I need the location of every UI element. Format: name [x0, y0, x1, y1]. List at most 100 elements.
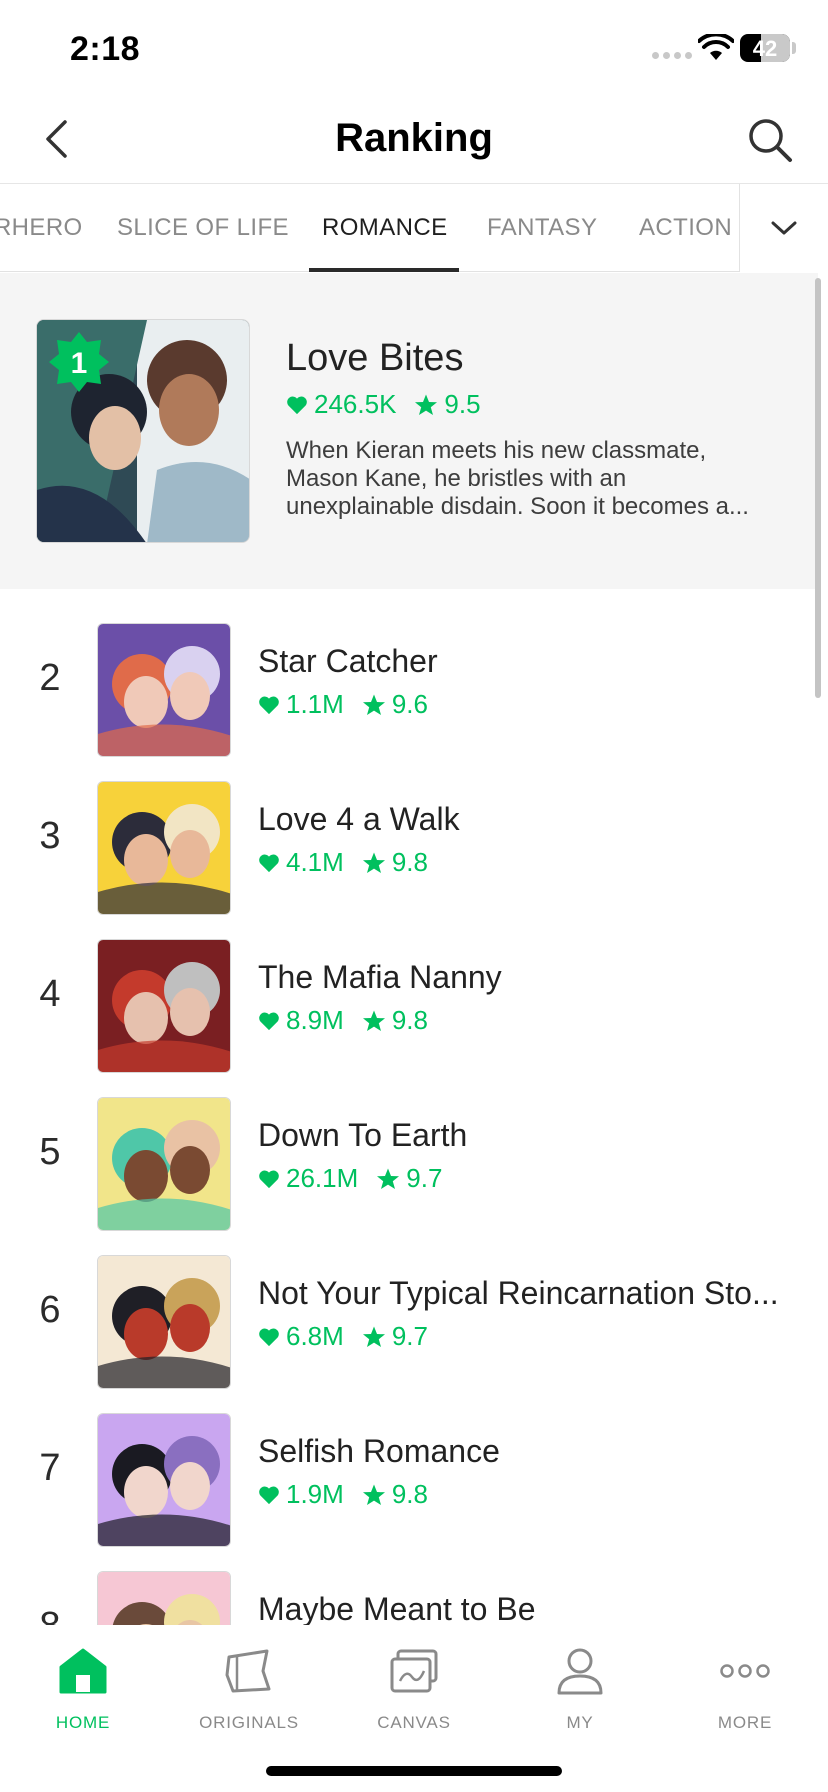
page-title: Ranking — [335, 116, 493, 160]
home-indicator[interactable] — [266, 1766, 562, 1776]
featured-description: When Kieran meets his new classmate, Mas… — [286, 437, 796, 521]
row-title: The Mafia Nanny — [258, 959, 502, 995]
star-icon — [362, 1484, 385, 1505]
likes-count: 26.1M — [286, 1163, 359, 1193]
search-icon — [749, 119, 792, 162]
rank-number: 5 — [39, 1131, 61, 1173]
ranking-row[interactable]: 4 The Mafia Nanny 8.9M 9.8 — [0, 929, 818, 1087]
nav-home[interactable]: HOME — [0, 1643, 166, 1753]
cover-thumbnail: 1 — [36, 319, 250, 543]
star-icon — [362, 852, 385, 873]
row-stats: 8.9M 9.8 — [258, 1005, 428, 1036]
nav-more[interactable]: MORE — [662, 1643, 828, 1753]
rating-value: 9.6 — [391, 689, 428, 719]
tab-romance[interactable]: ROMANCE — [322, 184, 447, 272]
nav-label: CANVAS — [377, 1713, 451, 1732]
scrollbar[interactable] — [815, 278, 821, 698]
row-title: Star Catcher — [258, 643, 438, 679]
tab-fantasy[interactable]: FANTASY — [487, 184, 597, 272]
row-stats: 1.9M 9.8 — [258, 1479, 428, 1510]
nav-canvas[interactable]: CANVAS — [331, 1643, 497, 1753]
heart-icon — [259, 1170, 279, 1188]
featured-stats: 246.5K 9.5 — [286, 389, 481, 420]
star-icon — [377, 1168, 400, 1189]
star-icon — [362, 1326, 385, 1347]
header-bar: Ranking — [0, 96, 828, 184]
row-title: Love 4 a Walk — [258, 801, 460, 837]
star-icon — [362, 1010, 385, 1031]
nav-label: MORE — [717, 1713, 773, 1732]
row-title: Selfish Romance — [258, 1433, 500, 1469]
nav-my[interactable]: MY — [497, 1643, 663, 1753]
featured-title: Love Bites — [286, 337, 464, 379]
ranking-row[interactable]: 5 Down To Earth 26.1M 9.7 — [0, 1087, 818, 1245]
nav-label: HOME — [55, 1713, 111, 1732]
rank-number: 7 — [39, 1447, 61, 1489]
tab-superhero[interactable]: SUPERHERO — [0, 184, 83, 272]
row-stats: 1.1M 9.6 — [258, 689, 428, 720]
description-line: When Kieran meets his new classmate, — [286, 437, 707, 464]
more-icon — [720, 1664, 770, 1678]
status-time: 2:18 — [70, 30, 141, 68]
chevron-down-icon — [771, 221, 797, 235]
description-line: unexplainable disdain. Soon it becomes a… — [286, 493, 749, 520]
likes-count: 246.5K — [314, 389, 397, 419]
cover-thumbnail — [97, 623, 231, 757]
rating-value: 9.8 — [391, 1479, 428, 1509]
ranking-row[interactable]: 3 Love 4 a Walk 4.1M 9.8 — [0, 771, 818, 929]
rank-number: 4 — [39, 973, 61, 1015]
originals-icon — [225, 1649, 271, 1693]
likes-count: 6.8M — [286, 1321, 344, 1351]
genre-tab-strip[interactable]: SUPERHERO SLICE OF LIFE ROMANCE FANTASY … — [0, 184, 740, 272]
heart-icon — [259, 1486, 279, 1504]
star-icon — [362, 694, 385, 715]
tab-action[interactable]: ACTION — [639, 184, 732, 272]
rating-value: 9.8 — [391, 847, 428, 877]
star-icon — [415, 394, 438, 415]
rank-badge: 1 — [49, 332, 109, 392]
row-stats: 4.1M 9.8 — [258, 847, 428, 878]
bottom-navigation: HOME ORIGINALS CANVAS MY MORE — [0, 1625, 828, 1792]
cellular-signal-icon — [652, 52, 692, 59]
battery-tip — [792, 42, 796, 54]
rank-number: 8 — [30, 1605, 70, 1625]
row-title: Not Your Typical Reincarnation Sto... — [258, 1275, 779, 1311]
search-button[interactable] — [744, 114, 796, 166]
expand-genres-button[interactable] — [739, 184, 828, 272]
description-line: Mason Kane, he bristles with an — [286, 465, 627, 492]
heart-icon — [259, 696, 279, 714]
nav-label: ORIGINALS — [199, 1713, 299, 1732]
cover-thumbnail — [97, 1571, 231, 1625]
heart-icon — [259, 1012, 279, 1030]
row-stats: 26.1M 9.7 — [258, 1163, 442, 1194]
ranking-row[interactable]: 7 Selfish Romance 1.9M 9.8 — [0, 1403, 818, 1561]
ranking-row[interactable]: 8 Maybe Meant to Be — [0, 1561, 818, 1625]
battery-percent: 42 — [752, 36, 778, 61]
likes-count: 4.1M — [286, 847, 344, 877]
cover-thumbnail — [97, 1255, 231, 1389]
heart-icon — [259, 1328, 279, 1346]
featured-ranking-item[interactable]: 1 Love Bites 246.5K 9.5 When Kieran meet… — [0, 273, 818, 589]
rating-value: 9.7 — [391, 1321, 428, 1351]
heart-icon — [259, 854, 279, 872]
cover-thumbnail — [97, 1097, 231, 1231]
profile-icon — [557, 1648, 603, 1695]
ranking-row[interactable]: 2 Star Catcher 1.1M 9.6 — [0, 613, 818, 771]
rating-value: 9.5 — [444, 389, 481, 419]
likes-count: 1.9M — [286, 1479, 344, 1509]
genre-tabs: SUPERHERO SLICE OF LIFE ROMANCE FANTASY … — [0, 184, 828, 272]
battery-icon: 42 — [740, 34, 790, 62]
ranking-row[interactable]: 6 Not Your Typical Reincarnation Sto... 6.… — [0, 1245, 818, 1403]
active-tab-indicator — [309, 268, 459, 272]
nav-originals[interactable]: ORIGINALS — [166, 1643, 332, 1753]
wifi-icon — [698, 34, 734, 60]
home-icon — [59, 1648, 107, 1694]
rating-value: 9.7 — [406, 1163, 443, 1193]
tab-slice-of-life[interactable]: SLICE OF LIFE — [117, 184, 289, 272]
canvas-icon — [390, 1649, 438, 1693]
likes-count: 1.1M — [286, 689, 344, 719]
status-bar: 2:18 42 — [0, 0, 828, 96]
rank-badge-number: 1 — [71, 347, 88, 380]
row-title: Maybe Meant to Be — [258, 1591, 536, 1625]
ranking-list[interactable]: 2 Star Catcher 1.1M 9.6 3 Love 4 a Walk 4.1M 9.… — [0, 589, 818, 1625]
